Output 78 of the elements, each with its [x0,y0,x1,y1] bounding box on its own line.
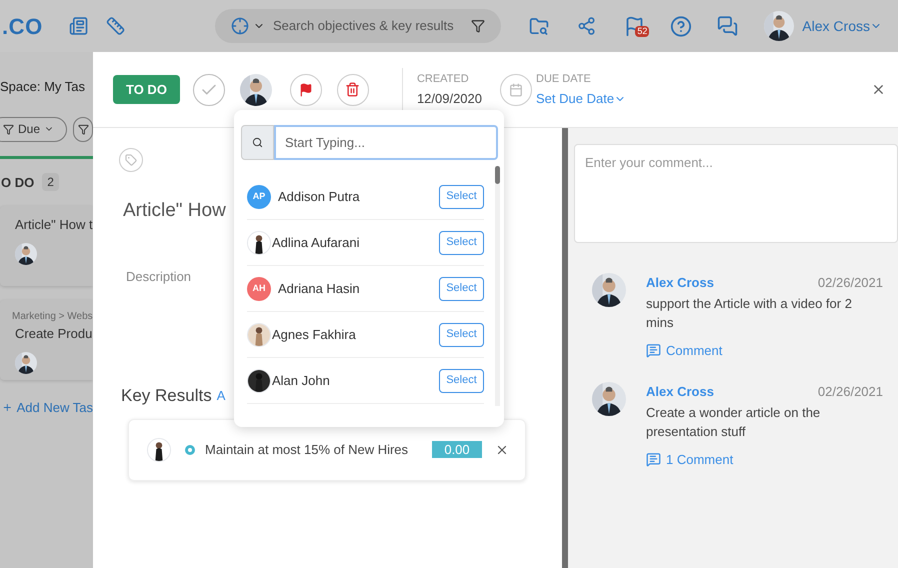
key-results-title: Key Results [121,385,212,407]
status-button[interactable]: TO DO [113,75,180,104]
task-title: Article" How [123,199,227,223]
person-name: Adriana Hasin [278,280,361,298]
person-name: Agnes Fakhira [272,326,357,344]
person-search-field[interactable]: Start Typing... [274,125,498,160]
task-card[interactable]: Marketing > Webs Create Produ [0,300,93,380]
comment-date: 02/26/2021 [818,383,883,401]
filter-icon[interactable] [3,124,14,134]
folder-search-icon[interactable] [529,16,550,36]
magnifier-glyph [252,137,263,148]
complete-button[interactable] [192,74,225,106]
chat-icon[interactable] [717,15,738,37]
person-name: Addison Putra [278,188,361,206]
delete-button[interactable] [336,74,369,106]
flag-icon[interactable] [298,82,313,96]
person-row[interactable]: AH Adriana Hasin Select [247,266,484,312]
tag-icon[interactable] [125,154,137,166]
select-button[interactable]: Select [439,322,484,346]
person-name: Alan John [272,372,331,390]
help-icon[interactable] [670,14,692,38]
calendar-button[interactable] [500,74,532,106]
comment-field[interactable]: Enter your comment... [574,144,898,243]
column-title: O DO [1,174,34,192]
person-name: Adlina Aufarani [272,234,360,252]
add-key-result-link[interactable]: A [216,386,226,406]
trash-icon[interactable] [345,82,360,97]
search-field[interactable]: Search objectives & key results [214,9,502,43]
search-placeholder: Search objectives & key results [272,17,455,36]
comment-icon[interactable] [646,342,661,358]
add-task-link[interactable]: Add New Tas [16,398,93,418]
person-avatar: AP [247,184,271,208]
select-button[interactable]: Select [439,276,484,300]
key-result-text: Maintain at most 15% of New Hires [205,440,410,459]
filter-icon[interactable] [78,124,88,134]
comment-reply-link[interactable]: 1 Comment [646,450,734,469]
created-label: CREATED [416,72,470,86]
card-title: Article" How t [15,216,93,234]
progress-value: 0.00 [432,441,482,458]
comment-author[interactable]: Alex Cross [646,273,714,292]
due-date-dropdown[interactable]: Set Due Date [536,89,626,108]
person-avatar: AH [247,276,271,300]
comment-author[interactable]: Alex Cross [646,382,714,402]
tag-button[interactable] [119,148,143,172]
network-icon[interactable] [577,16,596,36]
ruler-icon[interactable] [106,16,125,36]
comment-date: 02/26/2021 [818,274,883,292]
card-title: Create Produ [15,325,93,343]
target-icon[interactable] [230,17,249,35]
select-button[interactable]: Select [439,184,484,208]
person-row[interactable]: Agnes Fakhira Select [247,312,484,358]
report-icon[interactable] [68,16,88,36]
person-row[interactable]: Alan John Select [247,358,484,404]
description-label: Description [126,268,192,286]
close-icon[interactable] [871,82,886,97]
logo: .CO [2,12,43,40]
created-date: 12/09/2020 [416,90,482,108]
scrollbar[interactable] [495,166,500,406]
user-menu[interactable]: Alex Cross [802,16,882,36]
filter-dropdown[interactable]: Due [0,116,68,142]
column-count: 2 [42,173,59,192]
select-button[interactable]: Select [439,368,484,392]
card-breadcrumb: Marketing > Webs [12,310,93,324]
due-date-label: DUE DATE [536,72,592,86]
comment-text: support the Article with a video for 2 mins [646,294,853,332]
comment-reply-link[interactable]: Comment [646,340,722,360]
person-row[interactable]: Adlina Aufarani Select [247,220,484,266]
comment-text: Create a wonder article on the presentation stuff [646,404,822,440]
filter-icon[interactable] [471,19,486,33]
flag-button[interactable] [290,74,322,106]
comment-icon[interactable] [646,452,661,467]
notification-badge: 52 [635,26,650,36]
select-button[interactable]: Select [439,230,484,254]
flag-icon[interactable] [624,16,646,36]
task-card[interactable]: Article" How t [0,206,93,286]
space-title: Space: My Tas [0,78,86,96]
calendar-icon[interactable] [509,82,524,96]
person-row[interactable]: AP Addison Putra Select [247,174,484,220]
